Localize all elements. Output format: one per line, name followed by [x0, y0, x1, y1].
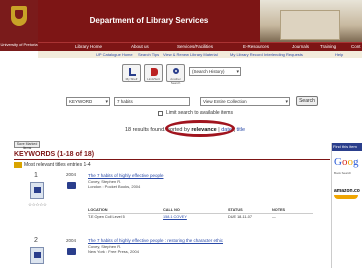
limit-sort-button[interactable]: Limit/Sort	[144, 64, 163, 82]
item-number: 2	[34, 237, 38, 244]
google-book-search-label: Book Search	[334, 171, 352, 175]
search-query-input[interactable]: 7 habits	[114, 97, 190, 106]
col-call-no: CALL NO	[163, 208, 180, 212]
main-nav: Library Home About us Services/Facilitie…	[38, 42, 362, 51]
save-marked-button[interactable]: Save Marked Items	[14, 141, 40, 150]
search-scope-select[interactable]: View Entire Collection	[200, 97, 290, 106]
shelf-icon	[129, 68, 136, 76]
nav-item-training[interactable]: Training	[320, 44, 336, 49]
limit-available-checkbox[interactable]	[158, 111, 163, 116]
nav-item-library-home[interactable]: Library Home	[75, 44, 102, 49]
heading-divider	[14, 159, 330, 160]
my-shelf-button[interactable]: My Shelf	[122, 64, 141, 82]
subnav-catalogue-home[interactable]: UP Catalogue Home	[96, 52, 133, 57]
book-icon	[67, 248, 76, 255]
magnifier-icon	[173, 68, 179, 74]
nav-item-services[interactable]: Services/Facilities	[177, 44, 213, 49]
subnav-search-tips[interactable]: Search Tips	[138, 52, 159, 57]
subnav-interlending[interactable]: Interlending Requests	[264, 52, 303, 57]
col-notes: NOTES	[272, 208, 286, 212]
tag-icon	[151, 68, 158, 76]
sort-title-link[interactable]: title	[236, 127, 245, 133]
item-rating[interactable]: ☆☆☆☆☆	[28, 202, 47, 208]
sub-nav: UP Catalogue Home Search Tips View & Ren…	[38, 51, 362, 58]
university-crest-icon	[11, 6, 27, 26]
item-title-link[interactable]: The 7 habits of highly effective people	[88, 173, 163, 178]
nav-item-about[interactable]: About us	[131, 44, 149, 49]
limit-available-label: Limit search to available items	[166, 110, 233, 116]
amazon-smile-icon	[334, 195, 358, 199]
table-divider	[88, 213, 313, 214]
item-year: 2004	[66, 238, 77, 243]
subnav-help[interactable]: Help	[335, 52, 343, 57]
item-year: 2004	[66, 172, 77, 177]
item-number: 1	[34, 172, 38, 179]
item-status: DUE 18-11-07	[228, 215, 252, 219]
banner-title: Department of Library Services	[89, 16, 209, 25]
highlight-annotation-oval	[165, 120, 235, 137]
logo-caption: University of Pretoria	[0, 42, 38, 47]
another-search-button[interactable]: Another Search	[166, 64, 185, 85]
col-status: STATUS	[228, 208, 243, 212]
relevance-icon	[14, 162, 22, 168]
search-button[interactable]: Search	[296, 96, 318, 106]
amazon-logo[interactable]: amazon.co	[334, 188, 360, 194]
find-item-header: Find this item	[332, 143, 362, 151]
subnav-my-record[interactable]: My Library Record	[230, 52, 263, 57]
results-heading: KEYWORDS (1-18 of 18)	[14, 151, 95, 158]
item-publisher: New York : Free Press, 2004	[88, 249, 139, 254]
item-title-link[interactable]: The 7 habits of highly effective people …	[88, 238, 223, 243]
nav-item-journals[interactable]: Journals	[292, 44, 309, 49]
col-location: LOCATION	[88, 208, 108, 212]
item-call-no[interactable]: 158.1 COVEY	[163, 215, 187, 219]
item-cover[interactable]	[30, 247, 44, 264]
item-notes: —	[272, 215, 276, 219]
item-cover[interactable]	[30, 182, 44, 199]
relevant-label: Most relevant titles entries 1-4	[24, 162, 91, 168]
banner-building-photo	[260, 0, 362, 42]
google-books-logo[interactable]: Goog	[334, 156, 358, 168]
subnav-view-renew[interactable]: View & Renew Library Material	[163, 52, 218, 57]
item-location: T.E Open Coll Level 5	[88, 215, 125, 219]
nav-item-contact[interactable]: Cont	[351, 44, 361, 49]
item-publisher: London : Pocket Books, 2004	[88, 184, 141, 189]
search-history-select[interactable]: (Search History)	[189, 67, 241, 76]
book-icon	[67, 182, 76, 189]
nav-item-e-resources[interactable]: E-Resources	[243, 44, 269, 49]
search-type-select[interactable]: KEYWORD	[66, 97, 110, 106]
